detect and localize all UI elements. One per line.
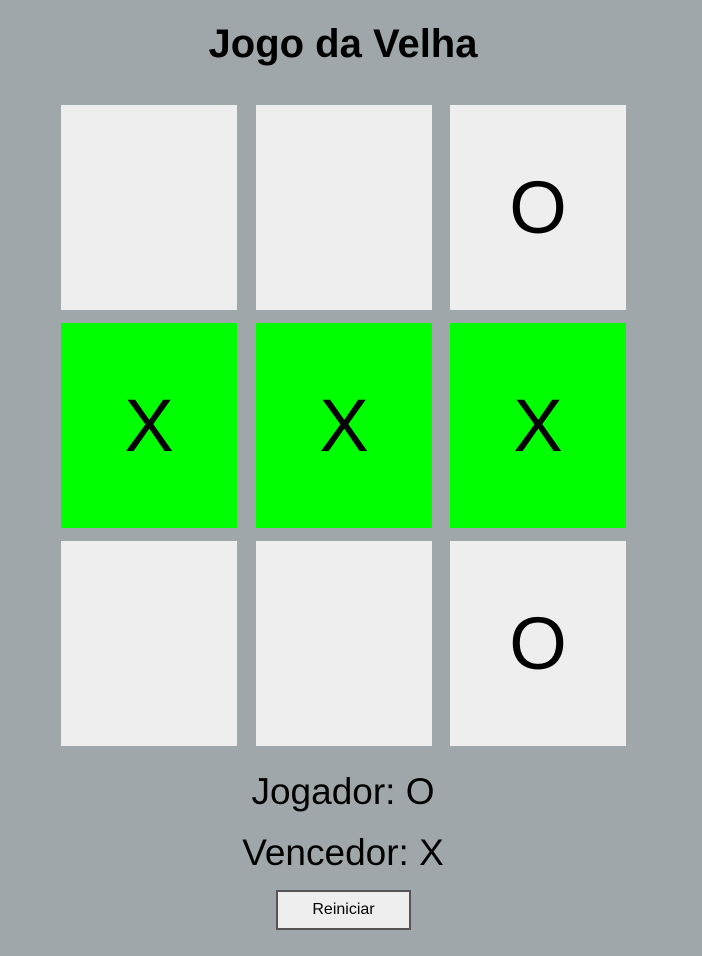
current-player-status: Jogador: O — [251, 771, 435, 812]
board-cell[interactable]: X — [256, 323, 432, 528]
board-cell[interactable]: X — [61, 323, 237, 528]
board-cell[interactable] — [61, 541, 237, 746]
restart-button[interactable]: Reiniciar — [276, 890, 411, 930]
board-cell[interactable]: O — [450, 541, 626, 746]
board-cell[interactable] — [256, 541, 432, 746]
board-cell[interactable]: X — [450, 323, 626, 528]
game-title: Jogo da Velha — [208, 22, 478, 66]
game-board: O X X X O — [61, 105, 627, 746]
board-cell[interactable]: O — [450, 105, 626, 310]
winner-status: Vencedor: X — [242, 832, 444, 873]
board-cell[interactable] — [256, 105, 432, 310]
board-cell[interactable] — [61, 105, 237, 310]
